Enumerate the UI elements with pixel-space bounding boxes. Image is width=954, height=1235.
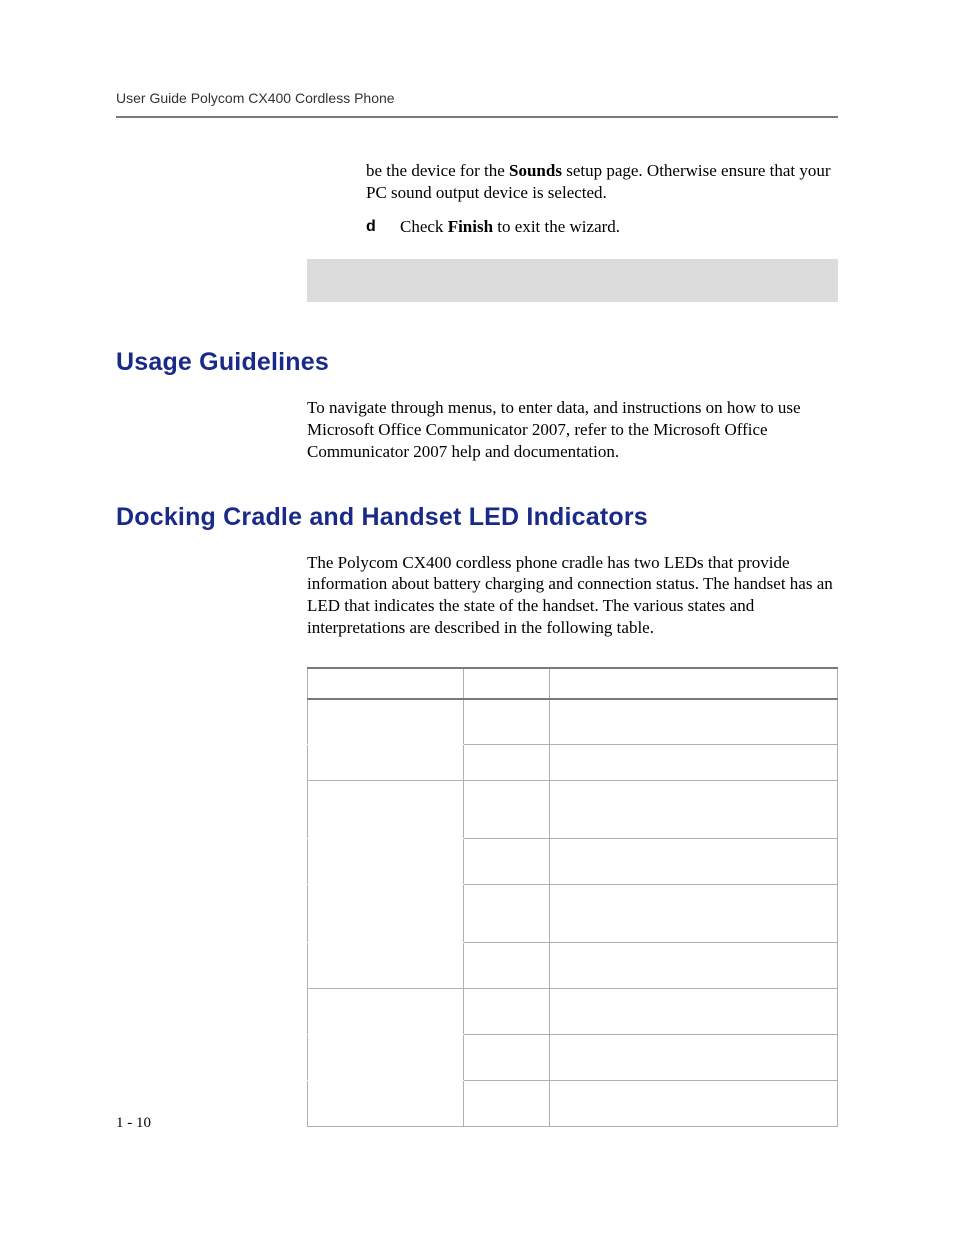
table-cell — [549, 885, 837, 943]
table-cell — [308, 989, 464, 1035]
table-cell — [308, 745, 464, 781]
continuation-block: be the device for the Sounds setup page.… — [366, 160, 838, 237]
list-body: Check Finish to exit the wizard. — [400, 216, 838, 238]
led-table-wrap — [307, 667, 838, 1128]
table-cell — [549, 1035, 837, 1081]
table-header-cell — [463, 668, 549, 699]
list-marker: d — [366, 216, 400, 238]
table-row — [308, 885, 838, 943]
table-row — [308, 839, 838, 885]
heading-led-indicators: Docking Cradle and Handset LED Indicator… — [116, 503, 838, 532]
table-header-cell — [308, 668, 464, 699]
heading-usage-guidelines: Usage Guidelines — [116, 348, 838, 377]
led-body: The Polycom CX400 cordless phone cradle … — [307, 552, 838, 639]
table-cell — [549, 989, 837, 1035]
table-cell — [463, 781, 549, 839]
table-row — [308, 989, 838, 1035]
table-row — [308, 1035, 838, 1081]
text-fragment: Check — [400, 217, 448, 236]
table-row — [308, 943, 838, 989]
bold-finish: Finish — [448, 217, 493, 236]
table-cell — [308, 699, 464, 745]
table-header-row — [308, 668, 838, 699]
table-row — [308, 781, 838, 839]
page-content: User Guide Polycom CX400 Cordless Phone … — [0, 0, 954, 1127]
table-cell — [549, 1081, 837, 1127]
table-cell — [463, 1035, 549, 1081]
table-cell — [463, 943, 549, 989]
table-cell — [549, 699, 837, 745]
table-row — [308, 1081, 838, 1127]
text-fragment: be the device for the — [366, 161, 509, 180]
table-cell — [549, 943, 837, 989]
continuation-paragraph: be the device for the Sounds setup page.… — [366, 160, 838, 204]
running-header: User Guide Polycom CX400 Cordless Phone — [116, 90, 838, 118]
table-cell — [463, 989, 549, 1035]
table-cell — [549, 745, 837, 781]
table-cell — [463, 839, 549, 885]
table-cell — [463, 1081, 549, 1127]
list-item-d: d Check Finish to exit the wizard. — [366, 216, 838, 238]
table-cell — [463, 745, 549, 781]
table-cell — [308, 781, 464, 839]
usage-body: To navigate through menus, to enter data… — [307, 397, 838, 462]
text-fragment: to exit the wizard. — [493, 217, 620, 236]
table-cell — [308, 839, 464, 885]
bold-sounds: Sounds — [509, 161, 562, 180]
table-cell — [549, 781, 837, 839]
table-row — [308, 745, 838, 781]
table-cell — [463, 699, 549, 745]
led-table — [307, 667, 838, 1128]
table-cell — [308, 885, 464, 943]
page-number: 1 - 10 — [116, 1115, 151, 1132]
note-band — [307, 259, 838, 302]
table-row — [308, 699, 838, 745]
table-cell — [549, 839, 837, 885]
table-cell — [308, 1035, 464, 1081]
table-cell — [308, 1081, 464, 1127]
table-header-cell — [549, 668, 837, 699]
table-cell — [463, 885, 549, 943]
table-cell — [308, 943, 464, 989]
